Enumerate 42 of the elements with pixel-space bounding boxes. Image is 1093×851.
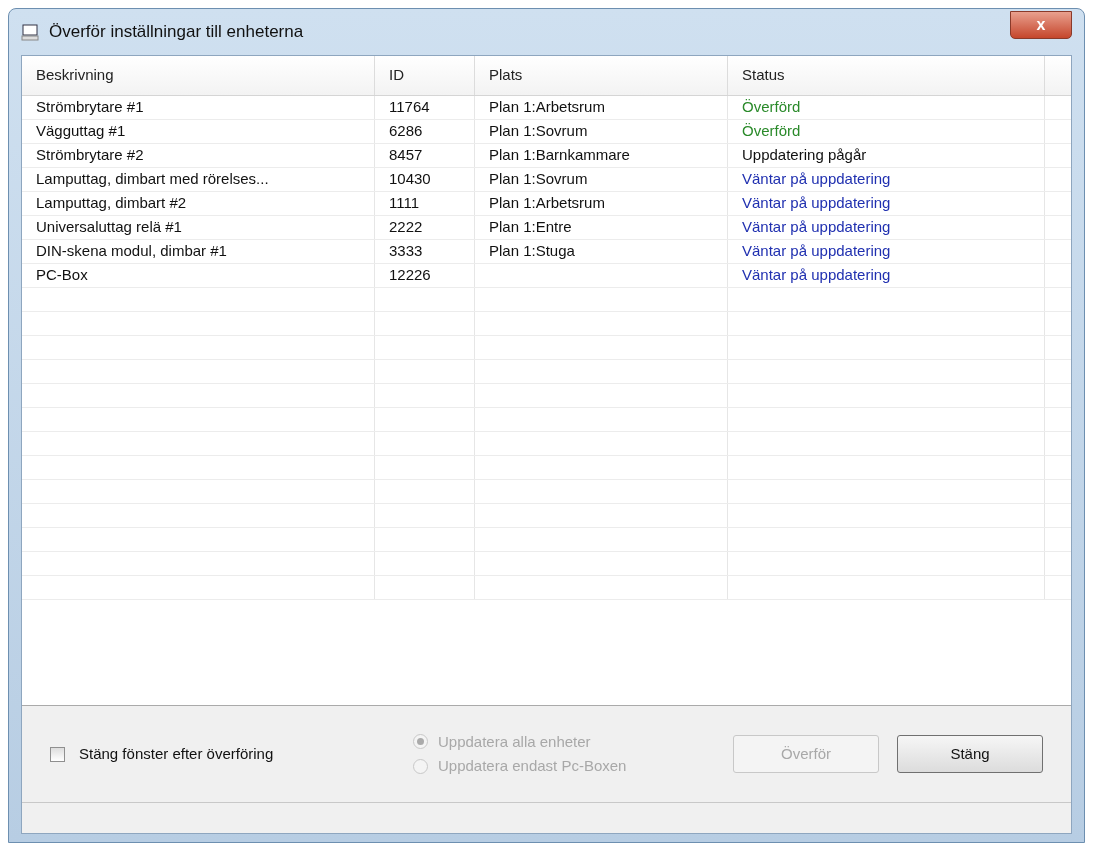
column-header[interactable]: Status [742, 64, 785, 87]
close-dialog-button[interactable]: Stäng [897, 735, 1043, 773]
table-cell-text: 10430 [389, 169, 431, 190]
table-cell-text: 8457 [389, 145, 423, 166]
table-cell-text: Lamputtag, dimbart med rörelses... [36, 169, 269, 190]
table-cell-text: 12226 [389, 265, 431, 286]
table-cell-text: Vägguttag #1 [36, 121, 126, 142]
table-cell-text: Plan 1:Arbetsrum [489, 97, 605, 118]
checkbox-label: Stäng fönster efter överföring [79, 743, 274, 764]
status-cell-text: Väntar på uppdatering [742, 169, 891, 190]
table-cell-text: Plan 1:Stuga [489, 241, 575, 262]
radio-label: Uppdatera alla enheter [438, 731, 591, 752]
column-header[interactable]: ID [389, 64, 404, 87]
column-header[interactable]: Beskrivning [36, 64, 114, 87]
table-cell-text: Plan 1:Arbetsrum [489, 193, 605, 214]
status-cell-text: Överförd [742, 97, 801, 118]
table-cell-text: 6286 [389, 121, 423, 142]
table-cell-text: 11764 [389, 97, 430, 118]
table-cell-text: 2222 [389, 217, 423, 238]
monitor-icon [21, 23, 39, 41]
radio-label: Uppdatera endast Pc-Boxen [438, 756, 627, 776]
table-cell-text: Plan 1:Sovrum [489, 169, 588, 190]
status-cell-text: Överförd [742, 121, 801, 142]
status-cell-text: Väntar på uppdatering [742, 193, 891, 214]
table-cell-text: Plan 1:Barnkammare [489, 145, 630, 166]
table-cell-text: Plan 1:Entre [489, 217, 572, 238]
table-cell-text: Strömbrytare #1 [36, 97, 144, 118]
status-cell-text: Väntar på uppdatering [742, 241, 891, 262]
table-cell-text: Plan 1:Sovrum [489, 121, 588, 142]
window-title: Överför inställningar till enheterna [49, 21, 304, 44]
status-cell-text: Väntar på uppdatering [742, 265, 891, 286]
status-cell-text: Väntar på uppdatering [742, 217, 891, 238]
table-cell-text: 1111 [389, 193, 420, 214]
table-cell-text: Universaluttag relä #1 [36, 217, 182, 238]
checkbox[interactable] [50, 746, 65, 762]
table-cell-text: 3333 [389, 241, 423, 262]
table-cell-text: Lamputtag, dimbart #2 [36, 193, 187, 214]
column-header[interactable]: Plats [489, 64, 523, 87]
table-cell-text: PC-Box [36, 265, 88, 286]
status-cell-text: Uppdatering pågår [742, 145, 867, 166]
table-cell-text: DIN-skena modul, dimbar #1 [36, 241, 227, 262]
table-cell-text: Strömbrytare #2 [36, 145, 144, 166]
